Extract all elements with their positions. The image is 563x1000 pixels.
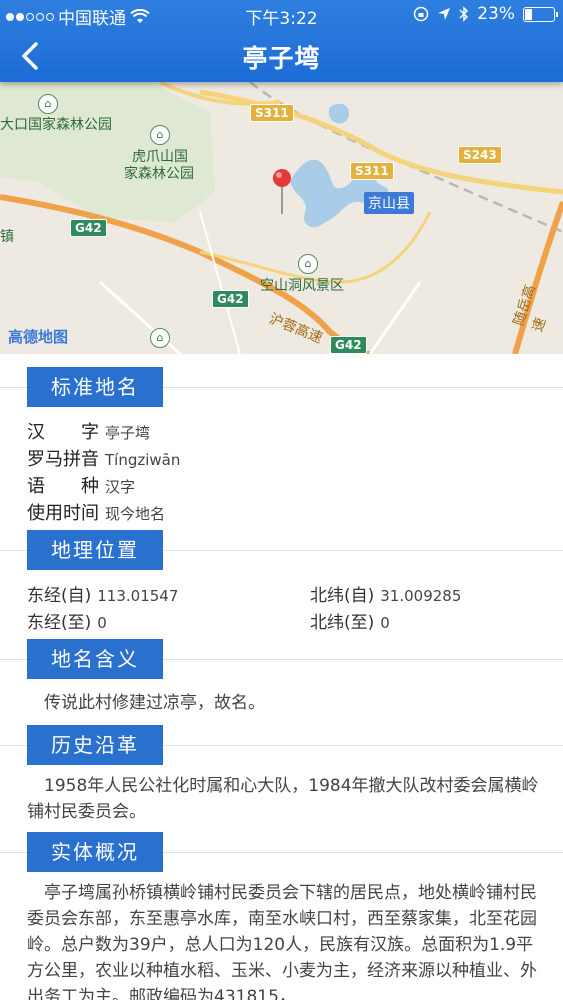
road-g42-c: G42 xyxy=(330,336,367,354)
section-title-history: 历史沿革 xyxy=(27,725,163,765)
row-chinese: 汉 字亭子塆 xyxy=(27,422,151,443)
map-label-park2b: 家森林公园 xyxy=(124,166,194,182)
road-g42-a: G42 xyxy=(70,219,107,237)
map-label-scenic: 空山洞风景区 xyxy=(260,278,344,294)
park-poi-icon[interactable]: ⌂ xyxy=(38,94,58,114)
map-label-town: 镇 xyxy=(0,229,14,245)
lat-to: 北纬(至) 0 xyxy=(310,613,390,633)
map-view[interactable]: ⌂ 大口国家森林公园 ⌂ 虎爪山国 家森林公园 ⌂ 空山洞风景区 京山县 镇 ⌂… xyxy=(0,82,563,354)
bluetooth-icon xyxy=(459,6,469,22)
section-title-location: 地理位置 xyxy=(27,530,163,570)
row-usage-time: 使用时间 现今地名 xyxy=(27,503,166,524)
section-title-standard-name: 标准地名 xyxy=(27,367,163,407)
section-title-meaning: 地名含义 xyxy=(27,639,163,679)
lon-to: 东经(至) 0 xyxy=(27,613,107,633)
lon-from: 东经(自) 113.01547 xyxy=(27,586,179,606)
lock-rotation-icon xyxy=(413,6,429,22)
row-language: 语 种汉字 xyxy=(27,476,136,497)
map-label-county: 京山县 xyxy=(364,192,414,214)
page-title: 亭子塆 xyxy=(242,44,321,73)
scenic-poi-icon[interactable]: ⌂ xyxy=(150,328,170,348)
row-romanization: 罗马拼音 Tíngziwān xyxy=(27,449,181,470)
meaning-text: 传说此村修建过凉亭，故名。 xyxy=(44,693,265,713)
road-s243: S243 xyxy=(458,146,502,164)
location-icon xyxy=(438,8,451,20)
road-s311-a: S311 xyxy=(250,104,294,122)
nav-bar: 亭子塆 xyxy=(0,30,563,82)
road-s311-b: S311 xyxy=(350,162,394,180)
top-bar: 中国联通 下午3:22 23% 亭子塆 xyxy=(0,0,563,82)
history-text: 1958年人民公社化时属和心大队，1984年撤大队改村委会属横岭铺村民委员会。 xyxy=(27,776,539,822)
status-bar: 中国联通 下午3:22 23% xyxy=(0,0,563,30)
park-poi-icon[interactable]: ⌂ xyxy=(150,125,170,145)
map-logo: 高德地图 xyxy=(8,328,69,346)
section-title-overview: 实体概况 xyxy=(27,832,163,872)
overview-text: 亭子塆属孙桥镇横岭铺村民委员会下辖的居民点，地处横岭铺村民委员会东部，东至惠亭水… xyxy=(27,883,537,1000)
scenic-poi-icon[interactable]: ⌂ xyxy=(298,254,318,274)
map-label-park1: 大口国家森林公园 xyxy=(0,117,112,133)
road-g42-b: G42 xyxy=(212,290,249,308)
lat-from: 北纬(自) 31.009285 xyxy=(310,586,462,606)
battery-icon xyxy=(523,6,558,22)
battery-percent: 23% xyxy=(477,4,515,24)
